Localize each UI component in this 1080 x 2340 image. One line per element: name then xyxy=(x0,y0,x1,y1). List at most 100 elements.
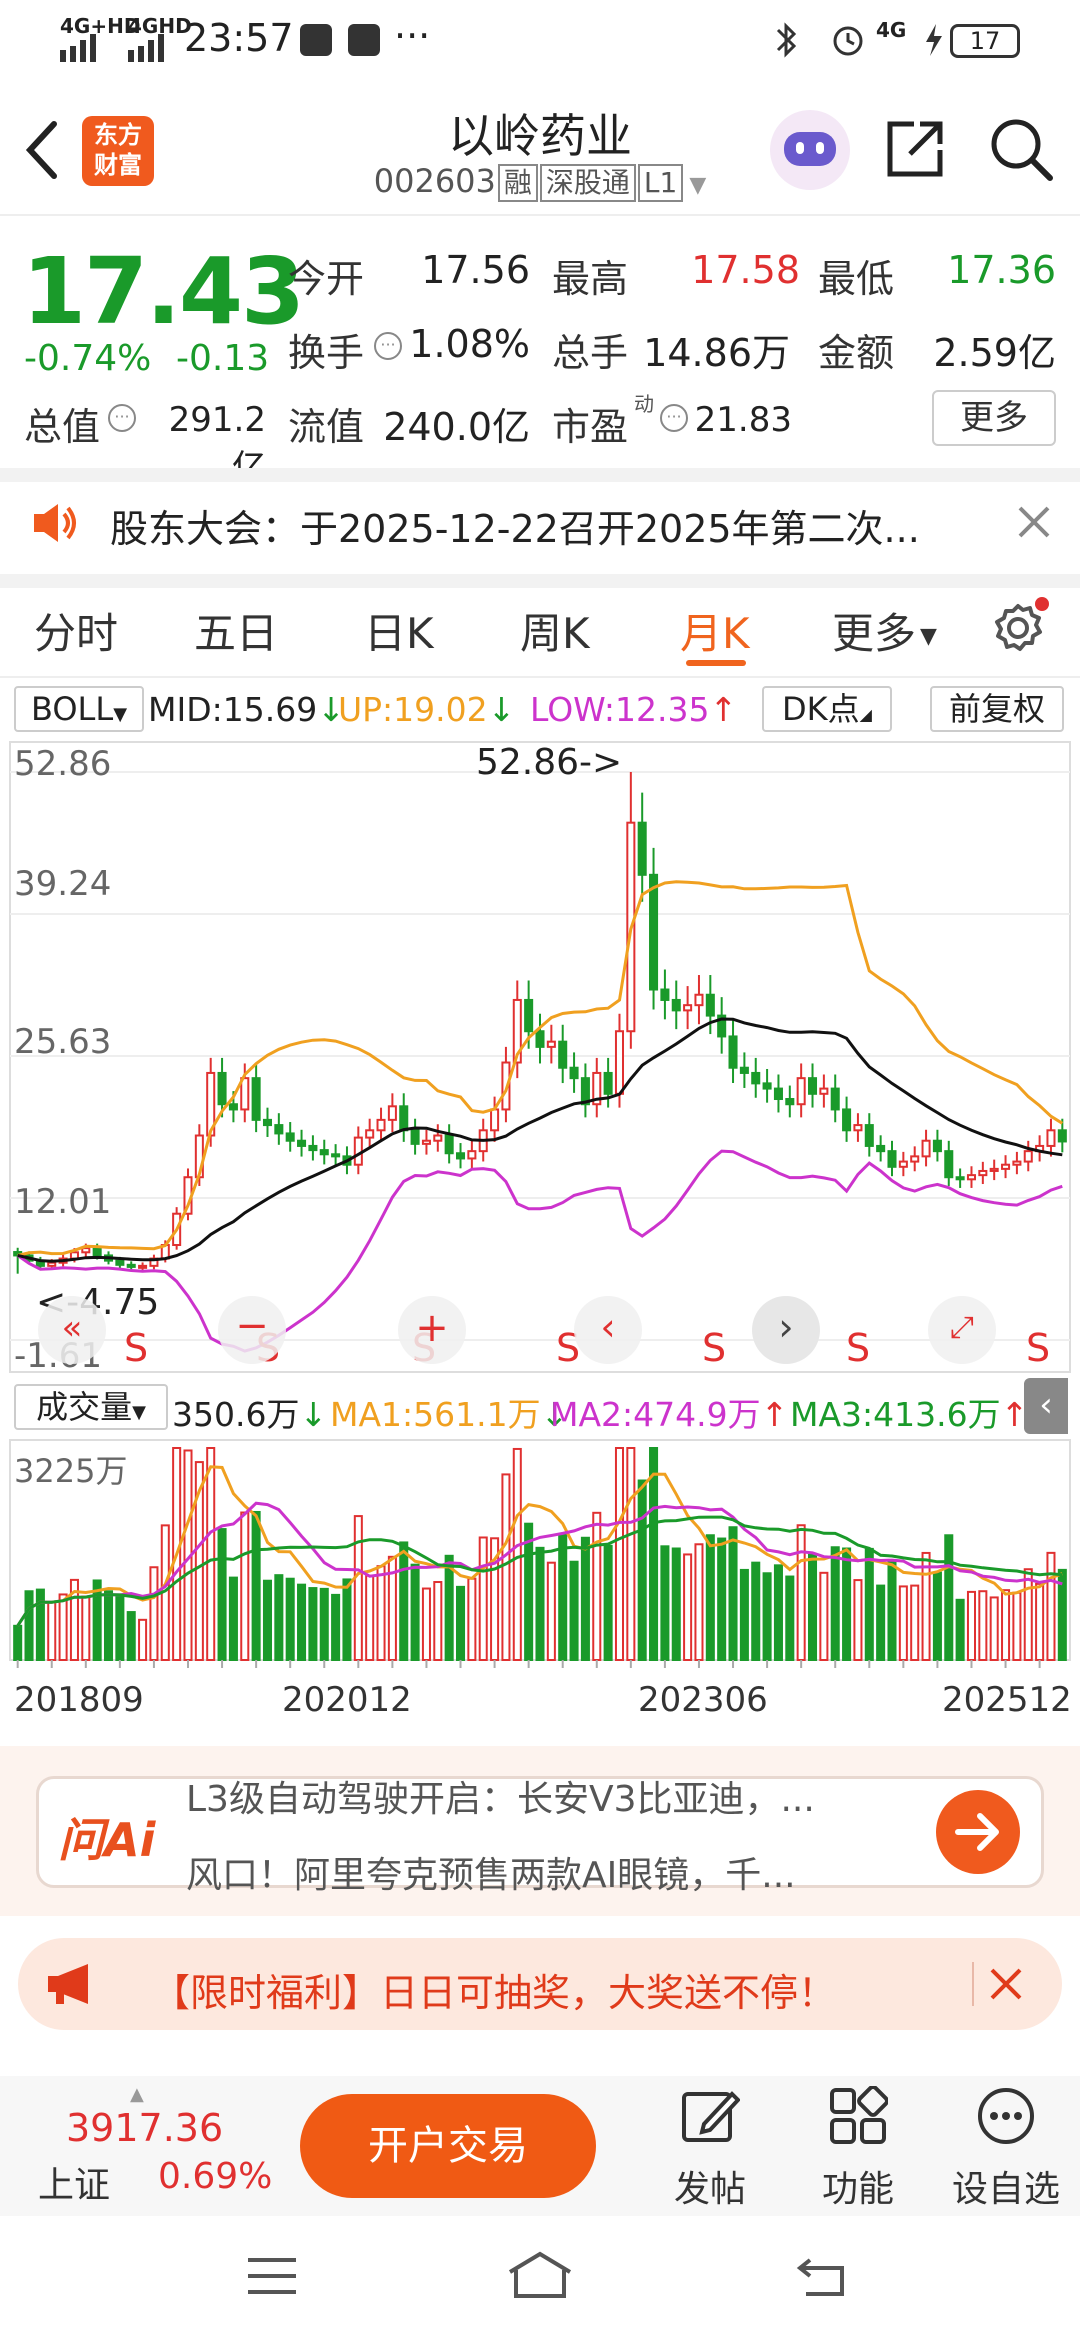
tab-intraday[interactable]: 分时 xyxy=(34,600,118,661)
scroll-left-icon[interactable]: « xyxy=(38,1296,106,1364)
index-change[interactable]: 0.69% xyxy=(158,2156,272,2197)
settings-gear-icon[interactable] xyxy=(990,596,1050,656)
tab-more[interactable]: 更多 ▼ xyxy=(832,600,937,661)
turnover-info-icon[interactable]: ··· xyxy=(374,332,402,360)
function-label[interactable]: 功能 xyxy=(788,2160,928,2212)
stock-code: 002603 xyxy=(373,162,496,200)
back-nav-icon[interactable] xyxy=(796,2254,852,2298)
candle-body xyxy=(796,1077,806,1106)
ask-ai-headline-2[interactable]: 风口！阿里夸克预售两款AI眼镜，千... xyxy=(186,1846,906,1898)
candle-body xyxy=(1012,1160,1022,1166)
robot-assistant-icon[interactable] xyxy=(770,110,850,190)
boll-indicator-select[interactable]: BOLL▼ xyxy=(14,686,144,732)
add-watchlist-icon[interactable] xyxy=(976,2086,1036,2146)
candle-body xyxy=(433,1134,443,1142)
menu-icon[interactable] xyxy=(244,2254,300,2298)
clock: 23:57 xyxy=(184,16,294,60)
candle-body xyxy=(864,1124,874,1147)
volume-bar xyxy=(103,1590,114,1661)
volume-bar xyxy=(762,1572,772,1661)
more-notifications: ··· xyxy=(394,14,431,58)
tab-daily-k[interactable]: 日K xyxy=(364,600,434,661)
tab-five-day[interactable]: 五日 xyxy=(194,600,278,661)
volume-bar xyxy=(614,1447,625,1661)
volume-bar xyxy=(285,1577,295,1661)
ask-ai-headline-1[interactable]: L3级自动驾驶开启：长安V3比亚迪，... xyxy=(186,1770,906,1822)
share-icon[interactable] xyxy=(884,118,946,180)
speaker-icon xyxy=(34,504,76,542)
volume-bar xyxy=(694,1543,704,1661)
volume-bar xyxy=(410,1563,420,1661)
monthly-k-chart[interactable] xyxy=(0,740,1080,1376)
home-icon[interactable] xyxy=(506,2250,574,2300)
promo-divider xyxy=(972,1962,974,2006)
collapse-panel-icon[interactable]: ‹ xyxy=(1024,1378,1068,1434)
volume-bar xyxy=(717,1537,727,1661)
volume-chart[interactable] xyxy=(0,1438,1080,1708)
turnover-label: 换手 xyxy=(288,331,365,375)
index-value[interactable]: 3917.36 xyxy=(66,2106,223,2150)
more-quote-button[interactable]: 更多 xyxy=(932,390,1056,446)
function-grid-icon[interactable] xyxy=(828,2086,888,2146)
pe-info-icon[interactable]: ··· xyxy=(660,404,688,432)
volume-bar xyxy=(126,1611,136,1662)
connect-tag: 深股通 xyxy=(539,164,636,202)
volume-bar xyxy=(603,1544,613,1661)
volume-dropdown-icon: ▼ xyxy=(132,1402,146,1423)
post-edit-icon[interactable] xyxy=(680,2086,740,2146)
post-label[interactable]: 发帖 xyxy=(640,2160,780,2212)
volume-bar xyxy=(297,1583,307,1662)
open-account-trade-button[interactable]: 开户交易 xyxy=(300,2094,596,2198)
candle-body xyxy=(228,1103,238,1111)
candle-body xyxy=(853,1124,863,1132)
previous-icon[interactable]: ‹ xyxy=(574,1296,642,1364)
market-cap-info-icon[interactable]: ··· xyxy=(108,404,136,432)
volume-bar xyxy=(671,1547,681,1661)
turnover-value: 1.08% xyxy=(409,322,530,366)
zoom-out-icon[interactable]: − xyxy=(218,1296,286,1364)
candle-body xyxy=(115,1259,125,1266)
candle-body xyxy=(285,1132,295,1142)
volume-bar xyxy=(819,1571,829,1661)
candle-body xyxy=(910,1155,920,1163)
candle-body xyxy=(274,1124,284,1135)
search-icon[interactable] xyxy=(988,116,1054,182)
index-name[interactable]: 上证 xyxy=(38,2156,110,2208)
adjust-price-button[interactable]: 前复权 xyxy=(930,686,1064,732)
candle-body xyxy=(1023,1150,1033,1163)
ask-ai-logo: 问Ai xyxy=(58,1813,156,1867)
boll-up: UP:19.02↓ xyxy=(338,690,515,729)
dk-point-button[interactable]: DK点◢ xyxy=(762,686,892,732)
volume-indicator-select[interactable]: 成交量▼ xyxy=(14,1384,168,1430)
volume-bar xyxy=(580,1536,590,1661)
change-percent: -0.74% xyxy=(24,338,152,379)
volume-bar xyxy=(944,1534,954,1661)
market-cap-label: 总值 xyxy=(24,405,101,449)
fullscreen-icon[interactable]: ⤢ xyxy=(928,1296,996,1364)
y-tick-1: 52.86 xyxy=(14,744,112,784)
tab-weekly-k[interactable]: 周K xyxy=(520,600,590,661)
close-promo-icon[interactable] xyxy=(988,1966,1024,2002)
volume-ma1-text: MA1:561.1万 xyxy=(330,1395,541,1434)
volume-indicator-name: 成交量 xyxy=(36,1388,133,1426)
candle-body xyxy=(830,1087,840,1111)
boll-low-up-arrow: ↑ xyxy=(709,690,738,729)
tab-monthly-k[interactable]: 月K xyxy=(680,600,750,661)
volume-bar xyxy=(138,1618,148,1661)
max-price-marker: 52.86-> xyxy=(476,742,623,783)
volume-ma2: MA2:474.9万↑ xyxy=(550,1388,788,1436)
ask-ai-go-button[interactable] xyxy=(936,1790,1020,1874)
sell-mark: S xyxy=(702,1326,727,1370)
close-notice-icon[interactable] xyxy=(1016,504,1052,540)
add-watchlist-label[interactable]: 设自选 xyxy=(936,2160,1076,2212)
zoom-in-icon[interactable]: + xyxy=(398,1296,466,1364)
promo-text[interactable]: 【限时福利】日日可抽奖，大奖送不停！ xyxy=(152,1962,836,2017)
candle-body xyxy=(569,1066,579,1080)
candle-body xyxy=(955,1176,965,1181)
pe-label: 市盈 xyxy=(552,405,629,449)
volume-bar xyxy=(535,1546,545,1661)
next-icon[interactable]: › xyxy=(752,1296,820,1364)
shareholder-meeting-notice[interactable]: 股东大会：于2025-12-22召开2025年第二次... xyxy=(110,498,920,553)
candle-body xyxy=(649,873,659,991)
candle-body xyxy=(683,1004,693,1012)
